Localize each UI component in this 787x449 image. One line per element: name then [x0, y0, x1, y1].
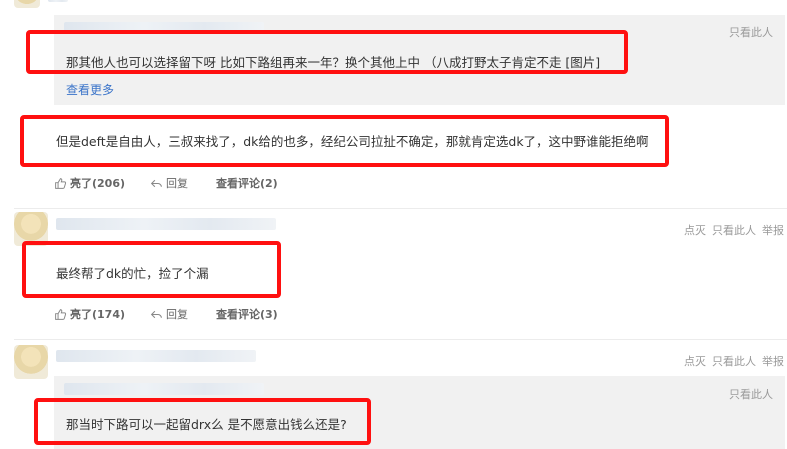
dislike-link[interactable]: 点灭: [684, 353, 706, 369]
comment-text: 但是deft是自由人，三叔来找了，dk给的也多，经纪公司拉扯不确定，那就肯定选d…: [56, 134, 649, 149]
view-comments-button[interactable]: 查看评论(3): [216, 306, 278, 322]
quoted-reply-text: 那其他人也可以选择留下呀 比如下路组再来一年？换个其他上中 （八成打野太子肯定不…: [66, 55, 601, 70]
reply-arrow-icon: [150, 179, 162, 187]
report-link[interactable]: 举报: [762, 353, 784, 369]
like-count: 亮了(206): [70, 177, 126, 190]
divider: [14, 339, 787, 340]
reply-button[interactable]: 回复: [150, 175, 188, 191]
thumbs-up-icon: [55, 308, 67, 320]
reply-label: 回复: [166, 308, 188, 321]
quoted-reply-text: 那当时下路可以一起留drx么 是不愿意出钱么还是?: [66, 417, 347, 432]
avatar[interactable]: [14, 345, 48, 379]
only-this-user-link[interactable]: 只看此人: [729, 386, 773, 402]
only-this-user-link[interactable]: 只看此人: [712, 222, 756, 238]
only-this-user-link[interactable]: 只看此人: [712, 353, 756, 369]
dislike-link[interactable]: 点灭: [684, 222, 706, 238]
view-comments-label: 查看评论(2): [216, 177, 278, 190]
reply-arrow-icon: [150, 310, 162, 318]
see-more-link[interactable]: 查看更多: [66, 81, 114, 98]
divider: [14, 208, 787, 209]
thumbs-up-icon: [55, 177, 67, 189]
avatar[interactable]: [14, 0, 40, 8]
like-count: 亮了(174): [70, 308, 126, 321]
username-blurred[interactable]: [56, 350, 256, 362]
comment-text: 最终帮了dk的忙，捡了个漏: [56, 266, 209, 281]
report-link[interactable]: 举报: [762, 222, 784, 238]
reply-label: 回复: [166, 177, 188, 190]
username-blurred[interactable]: [56, 218, 276, 230]
only-this-user-link[interactable]: 只看此人: [729, 24, 773, 40]
like-button[interactable]: 亮了(174): [54, 306, 125, 322]
quoted-username-blurred[interactable]: [64, 383, 264, 395]
username-blurred[interactable]: [48, 0, 68, 2]
view-comments-label: 查看评论(3): [216, 308, 278, 321]
reply-button[interactable]: 回复: [150, 306, 188, 322]
view-comments-button[interactable]: 查看评论(2): [216, 175, 278, 191]
like-button[interactable]: 亮了(206): [54, 175, 125, 191]
